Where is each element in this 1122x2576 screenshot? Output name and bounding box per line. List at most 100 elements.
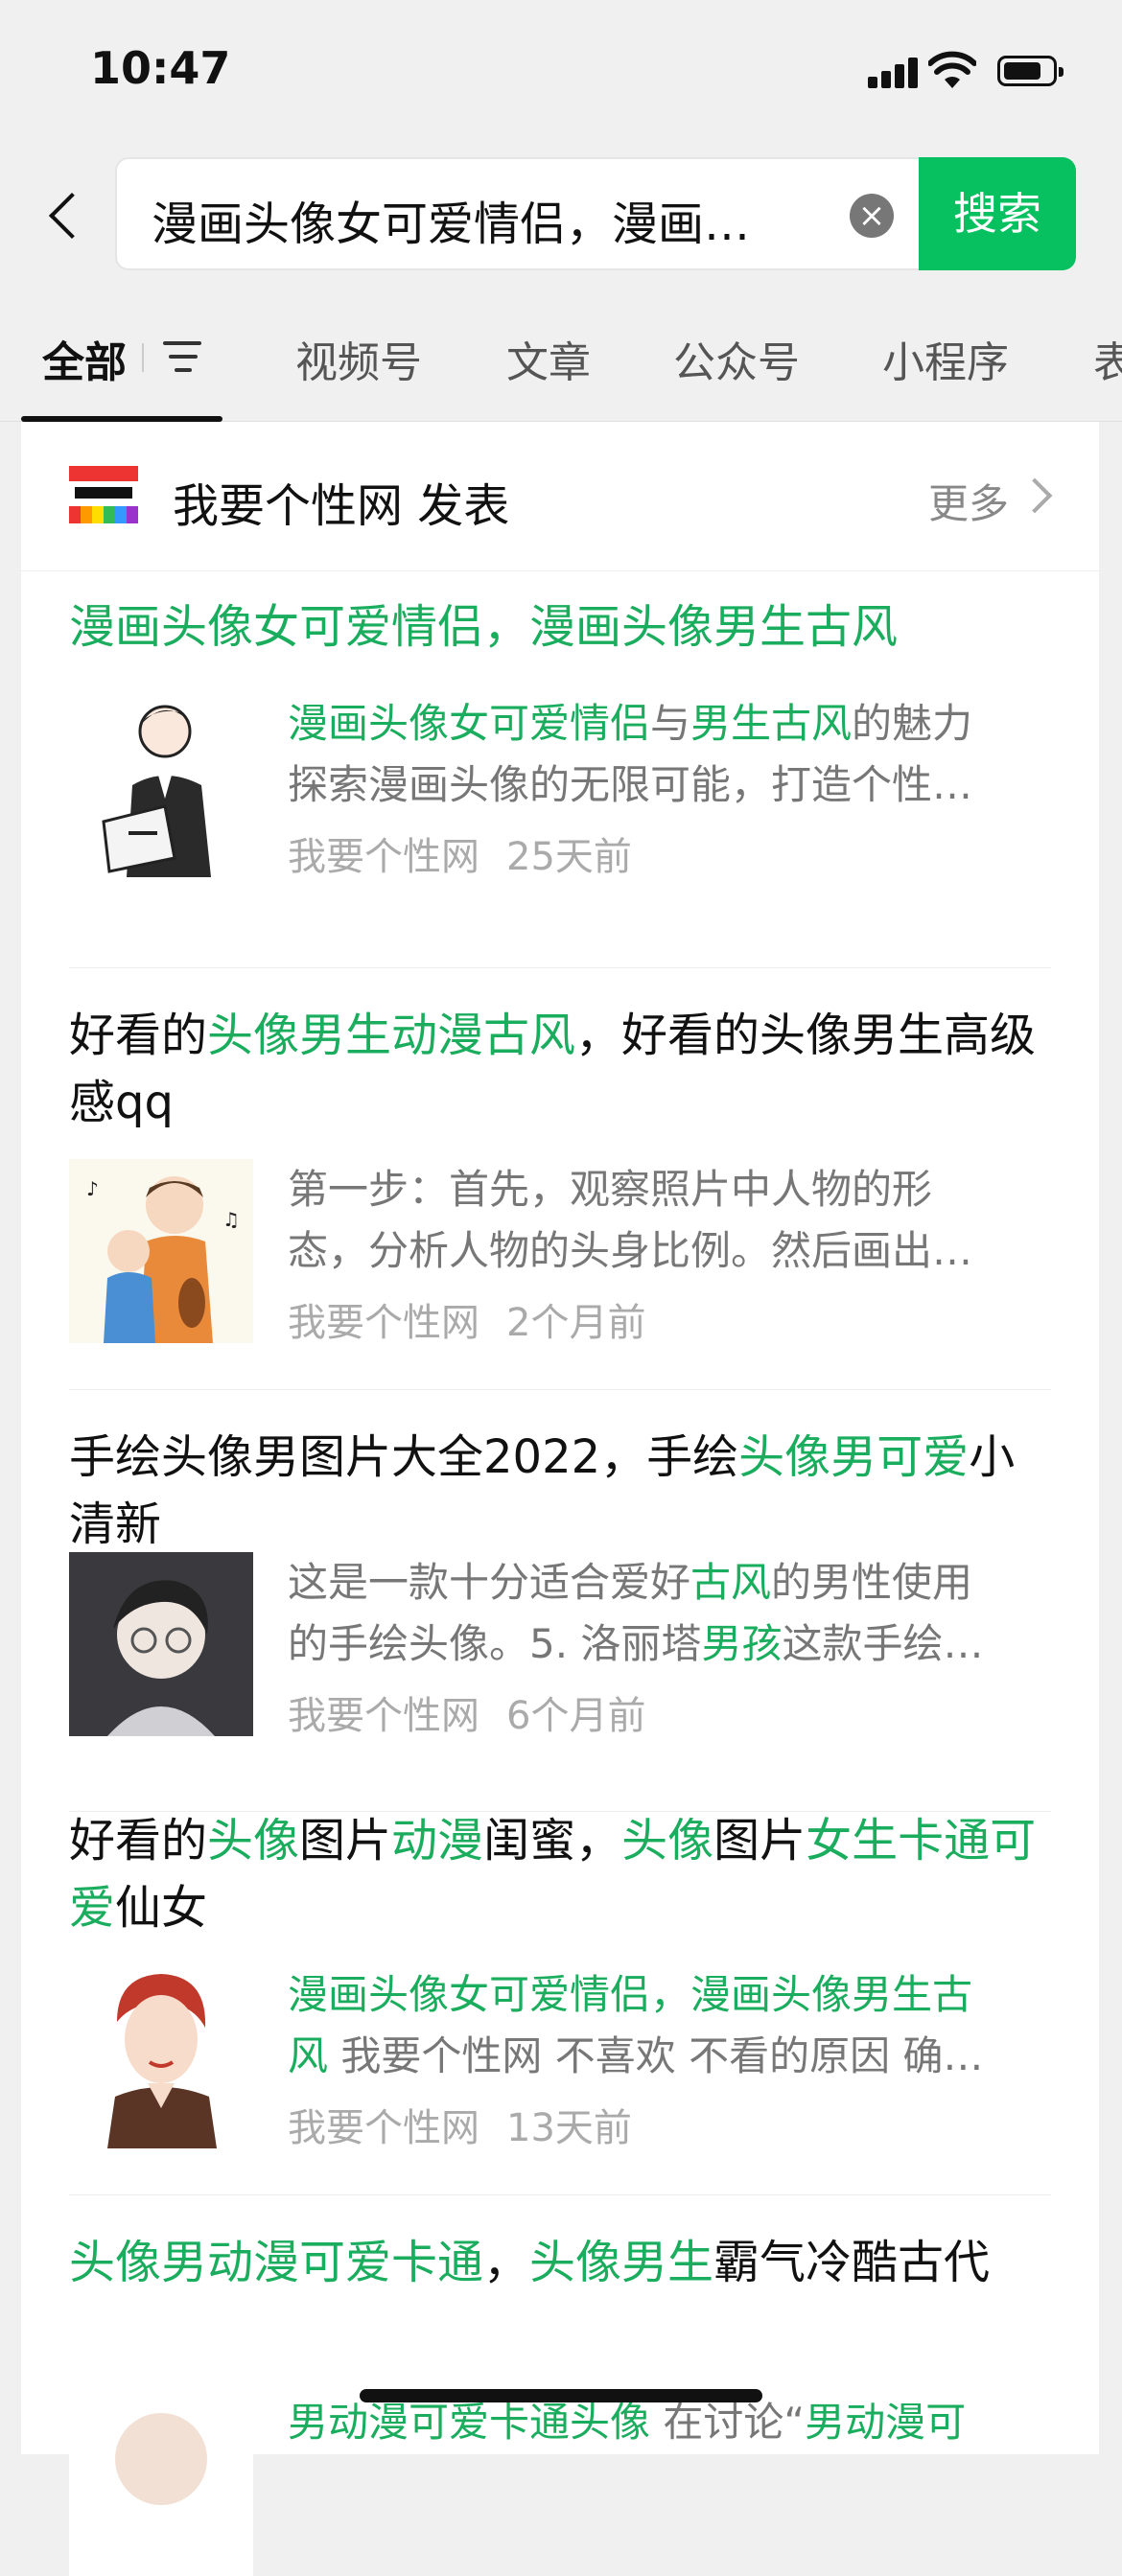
- summary-line: 这是一款十分适合爱好古风的男性使用: [288, 1552, 1051, 1613]
- title-text: 图片: [713, 1814, 806, 1868]
- summary-text: 的魅力: [852, 700, 973, 747]
- title-text: 闺蜜，: [483, 1814, 622, 1868]
- article-title: 手绘头像男图片大全2022，手绘头像男可爱小清新: [69, 1424, 1051, 1558]
- summary-highlight: 漫画头像女可爱情侣: [288, 700, 651, 747]
- summary-text: 这款手绘…: [782, 1620, 984, 1667]
- article-title: 漫画头像女可爱情侣，漫画头像男生古风: [69, 593, 1051, 661]
- article-thumbnail: [69, 1964, 253, 2148]
- title-highlight: 头像男可爱: [738, 1430, 970, 1484]
- title-text: ，: [483, 2236, 530, 2289]
- title-highlight: 动漫: [391, 1814, 484, 1868]
- summary-highlight: 漫画头像女可爱情侣，漫画头像男生古: [288, 1971, 973, 2018]
- summary-text: 这是一款十分适合爱好: [288, 1559, 691, 1606]
- summary-highlight: 男孩: [701, 1620, 783, 1667]
- source-header[interactable]: 我要个性网 发表 更多: [21, 422, 1099, 571]
- title-highlight: 头像: [207, 1814, 300, 1868]
- summary-line: 探索漫画头像的无限可能，打造个性…: [288, 754, 1051, 816]
- summary-text: 在讨论“: [650, 2399, 806, 2446]
- summary-line: 态，分析人物的头身比例。然后画出…: [288, 1220, 1051, 1282]
- title-text: 手绘头像男图片大全2022，手绘: [69, 1430, 739, 1484]
- article-item-3[interactable]: 手绘头像男图片大全2022，手绘头像男可爱小清新 这是一款十分适合爱好古风的男性…: [69, 1389, 1051, 1812]
- summary-text: 的手绘头像。5. 洛丽塔: [288, 1620, 702, 1667]
- filter-icon[interactable]: [163, 337, 205, 376]
- search-bar: 漫画头像女可爱情侣，漫画… × 搜索: [0, 144, 1122, 288]
- title-text: 好看的: [69, 1009, 208, 1062]
- summary-highlight: 古风: [690, 1559, 772, 1606]
- back-chevron-icon[interactable]: [44, 186, 82, 244]
- article-summary: 漫画头像女可爱情侣与男生古风的魅力探索漫画头像的无限可能，打造个性…: [288, 693, 1051, 816]
- article-time: 13天前: [506, 2106, 632, 2150]
- article-item-5[interactable]: 头像男动漫可爱卡通，头像男生霸气冷酷古代 男动漫可爱卡通头像 在讨论“男动漫可: [69, 2194, 1051, 2576]
- title-highlight: 头像男生动漫古风: [207, 1009, 576, 1062]
- article-source: 我要个性网: [288, 835, 479, 879]
- summary-text: 的男性使用: [771, 1559, 973, 1606]
- home-indicator: [360, 2389, 762, 2402]
- search-query-text: 漫画头像女可爱情侣，漫画…: [152, 197, 751, 251]
- battery-icon: [997, 56, 1064, 86]
- tab-mini-programs[interactable]: 小程序: [882, 328, 1009, 389]
- article-item-4[interactable]: 好看的头像图片动漫闺蜜，头像图片女生卡通可爱仙女 漫画头像女可爱情侣，漫画头像男…: [69, 1773, 1051, 2195]
- summary-text: 第一步：首先，观察照片中人物的形: [288, 1166, 933, 1213]
- article-time: 2个月前: [506, 1301, 646, 1345]
- svg-text:♫: ♫: [222, 1208, 240, 1231]
- summary-line: 风 我要个性网 不喜欢 不看的原因 确…: [288, 2026, 1051, 2087]
- article-source: 我要个性网: [288, 2106, 479, 2150]
- article-item-2[interactable]: 好看的头像男生动漫古风，好看的头像男生高级感qq ♪ ♫ 第一步：首先，观察照片…: [69, 967, 1051, 1390]
- article-summary: 这是一款十分适合爱好古风的男性使用 的手绘头像。5. 洛丽塔男孩这款手绘…: [288, 1552, 1051, 1675]
- title-text: 霸气冷酷古代: [713, 2236, 991, 2289]
- title-text: 好看的: [69, 1814, 208, 1868]
- title-text: 图片: [299, 1814, 392, 1868]
- wifi-icon: [928, 51, 976, 88]
- title-highlight: 头像: [621, 1814, 714, 1868]
- summary-line: 漫画头像女可爱情侣，漫画头像男生古: [288, 1964, 1051, 2026]
- article-time: 25天前: [506, 835, 632, 879]
- results-card: 我要个性网 发表 更多 漫画头像女可爱情侣，漫画头像男生古风 漫画头像女可爱情侣…: [21, 422, 1099, 2576]
- article-thumbnail: ♪ ♫: [69, 1159, 253, 1343]
- search-input[interactable]: 漫画头像女可爱情侣，漫画… ×: [115, 157, 921, 270]
- clear-icon[interactable]: ×: [850, 194, 894, 238]
- article-source: 我要个性网: [288, 1301, 479, 1345]
- category-tabs: 全部 视频号 文章 公众号 小程序 表: [0, 288, 1122, 422]
- summary-highlight: 男动漫可: [805, 2399, 967, 2446]
- summary-text: 我要个性网 不喜欢 不看的原因 确…: [328, 2032, 984, 2079]
- title-highlight: 头像男生: [529, 2236, 714, 2289]
- summary-highlight: 男动漫可爱卡通头像: [288, 2399, 651, 2446]
- article-meta: 我要个性网 13天前: [288, 2097, 659, 2152]
- tab-emoji[interactable]: 表: [1093, 328, 1122, 389]
- tab-channels[interactable]: 视频号: [295, 328, 422, 389]
- article-meta: 我要个性网 2个月前: [288, 1291, 672, 1347]
- article-title: 头像男动漫可爱卡通，头像男生霸气冷酷古代: [69, 2229, 1051, 2296]
- tab-articles[interactable]: 文章: [506, 328, 591, 389]
- status-bar: 10:47: [0, 0, 1122, 144]
- tab-divider: [142, 343, 144, 372]
- tab-official-accounts[interactable]: 公众号: [673, 328, 800, 389]
- article-summary: 第一步：首先，观察照片中人物的形 态，分析人物的头身比例。然后画出…: [288, 1159, 1051, 1282]
- article-thumbnail: [69, 693, 253, 877]
- more-link[interactable]: 更多: [928, 472, 1009, 530]
- title-highlight: 头像男动漫可爱卡通: [69, 2236, 484, 2289]
- article-source: 我要个性网: [288, 1694, 479, 1738]
- title-text: 仙女: [115, 1881, 208, 1935]
- article-thumbnail: [69, 1552, 253, 1736]
- article-time: 6个月前: [506, 1694, 646, 1738]
- summary-line: 的手绘头像。5. 洛丽塔男孩这款手绘…: [288, 1613, 1051, 1675]
- status-time: 10:47: [90, 42, 231, 94]
- source-logo-icon: [69, 466, 138, 523]
- article-thumbnail: [69, 2392, 253, 2576]
- search-button[interactable]: 搜索: [919, 157, 1076, 270]
- article-meta: 我要个性网 25天前: [288, 825, 659, 881]
- summary-line: 第一步：首先，观察照片中人物的形: [288, 1159, 1051, 1220]
- summary-text: 态，分析人物的头身比例。然后画出…: [288, 1227, 973, 1274]
- summary-highlight: 男生古风: [690, 700, 853, 747]
- article-title: 好看的头像男生动漫古风，好看的头像男生高级感qq: [69, 1002, 1051, 1136]
- chevron-right-icon: [1017, 477, 1053, 514]
- article-title: 好看的头像图片动漫闺蜜，头像图片女生卡通可爱仙女: [69, 1807, 1051, 1941]
- source-name: 我要个性网 发表: [173, 479, 510, 533]
- summary-text: 探索漫画头像的无限可能，打造个性…: [288, 761, 973, 808]
- article-summary: 漫画头像女可爱情侣，漫画头像男生古风 我要个性网 不喜欢 不看的原因 确…: [288, 1964, 1051, 2087]
- summary-line: 漫画头像女可爱情侣与男生古风的魅力: [288, 693, 1051, 754]
- summary-text: 与: [650, 700, 691, 747]
- article-item-1[interactable]: 漫画头像女可爱情侣，漫画头像男生古风 漫画头像女可爱情侣与男生古风的魅力探索漫画…: [69, 570, 1051, 968]
- title-highlight: 漫画头像女可爱情侣，漫画头像男生古风: [69, 600, 899, 654]
- tab-all[interactable]: 全部: [42, 328, 127, 389]
